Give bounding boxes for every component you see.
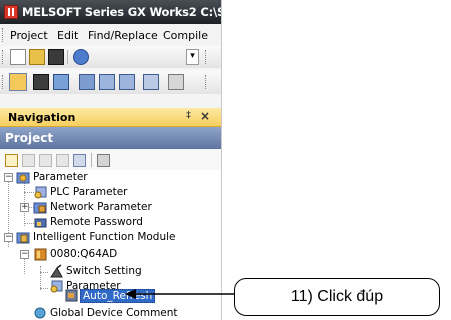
navigation-title: Navigation: [8, 111, 76, 124]
info-icon[interactable]: [73, 49, 89, 65]
collapse-toggle[interactable]: −: [4, 233, 13, 242]
tree-node-label: Parameter: [33, 171, 88, 183]
toolbar-separator: [67, 50, 68, 64]
tree-node-plc-parameter[interactable]: PLC Parameter: [0, 185, 221, 200]
tree-node-label: Remote Password: [50, 216, 143, 228]
tree-node-label: Switch Setting: [66, 265, 142, 277]
dev3-icon[interactable]: [119, 74, 135, 90]
project-toolbar: [0, 150, 221, 170]
tree-node-label: Network Parameter: [50, 201, 152, 213]
tree-node-remote-password[interactable]: Remote Password: [0, 215, 221, 230]
tree-node-label: PLC Parameter: [50, 186, 128, 198]
dev2-icon[interactable]: [99, 74, 115, 90]
parameter-folder-icon: [16, 172, 30, 184]
menu-bar: Project Edit Find/Replace Compile: [0, 24, 221, 46]
pin-icon[interactable]: ‡: [186, 110, 191, 121]
open-folder-icon[interactable]: [29, 49, 45, 65]
window-icon[interactable]: [53, 74, 69, 90]
project-header[interactable]: Project: [0, 127, 221, 149]
new-item-icon[interactable]: [5, 154, 18, 167]
tree-node-intelligent-function-module[interactable]: − Intelligent Function Module: [0, 230, 221, 245]
device-comment-icon: [34, 307, 46, 319]
switch-setting-icon: [50, 264, 63, 278]
melsoft-app-icon: [4, 5, 18, 19]
module-icon: [34, 248, 47, 261]
view-toolbar: [0, 70, 221, 94]
project-toolbar-separator: [91, 153, 92, 167]
paste-icon[interactable]: [39, 154, 52, 167]
dev4-icon[interactable]: [143, 74, 159, 90]
auto-refresh-icon: [65, 289, 78, 302]
callout-box: 11) Click đúp: [234, 278, 440, 316]
network-folder-icon: [33, 202, 47, 214]
module-folder-icon: [16, 232, 30, 244]
tree-node-parameter[interactable]: − Parameter: [0, 170, 221, 185]
collapse-toggle[interactable]: −: [20, 250, 29, 259]
filter-icon[interactable]: [97, 154, 110, 167]
standard-toolbar: ▾: [0, 46, 221, 68]
menu-compile[interactable]: Compile: [163, 29, 208, 42]
tree-node-network-parameter[interactable]: + Network Parameter: [0, 200, 221, 215]
menubar-grip[interactable]: [2, 28, 6, 42]
expand-toggle[interactable]: +: [20, 203, 29, 212]
collapse-toggle[interactable]: −: [4, 173, 13, 182]
callout-arrow-icon: [125, 289, 234, 299]
tree-node-label: Intelligent Function Module: [33, 231, 176, 243]
close-icon[interactable]: ×: [200, 109, 210, 123]
tree-node-q64ad[interactable]: − 0080:Q64AD: [0, 247, 221, 262]
toolbar-grip[interactable]: [2, 50, 6, 64]
toolbar-grip-3[interactable]: [2, 75, 6, 89]
save-icon[interactable]: [48, 49, 64, 65]
menu-project[interactable]: Project: [10, 29, 48, 42]
device-icon[interactable]: [33, 74, 49, 90]
project-title: Project: [5, 131, 54, 145]
delete-icon[interactable]: [56, 154, 69, 167]
menu-find-replace[interactable]: Find/Replace: [88, 29, 158, 42]
remote-password-icon: [34, 218, 47, 228]
tree-node-label: Global Device Comment: [50, 307, 178, 319]
parameter-icon: [34, 186, 47, 199]
copy-icon[interactable]: [22, 154, 35, 167]
project-view-icon[interactable]: [9, 73, 27, 91]
dev1-icon[interactable]: [79, 74, 95, 90]
zoom-dropdown-arrow[interactable]: ▾: [186, 49, 199, 65]
callout-text: 11) Click đúp: [290, 288, 384, 305]
properties-icon[interactable]: [73, 154, 86, 167]
find-icon[interactable]: [168, 74, 184, 90]
menu-edit[interactable]: Edit: [57, 29, 78, 42]
tree-node-switch-setting[interactable]: Switch Setting: [0, 264, 221, 279]
tree-node-global-device-comment[interactable]: Global Device Comment: [0, 306, 221, 320]
app-window: MELSOFT Series GX Works2 C:\SC Project E…: [0, 0, 222, 320]
new-file-icon[interactable]: [10, 49, 26, 65]
window-title: MELSOFT Series GX Works2 C:\SC: [22, 5, 221, 19]
title-bar: MELSOFT Series GX Works2 C:\SC: [0, 0, 221, 24]
toolbar-grip-4[interactable]: [205, 75, 209, 89]
toolbar-grip-2[interactable]: [205, 50, 209, 64]
tree-node-label: 0080:Q64AD: [50, 248, 118, 260]
navigation-header: Navigation ‡ ×: [0, 108, 221, 127]
